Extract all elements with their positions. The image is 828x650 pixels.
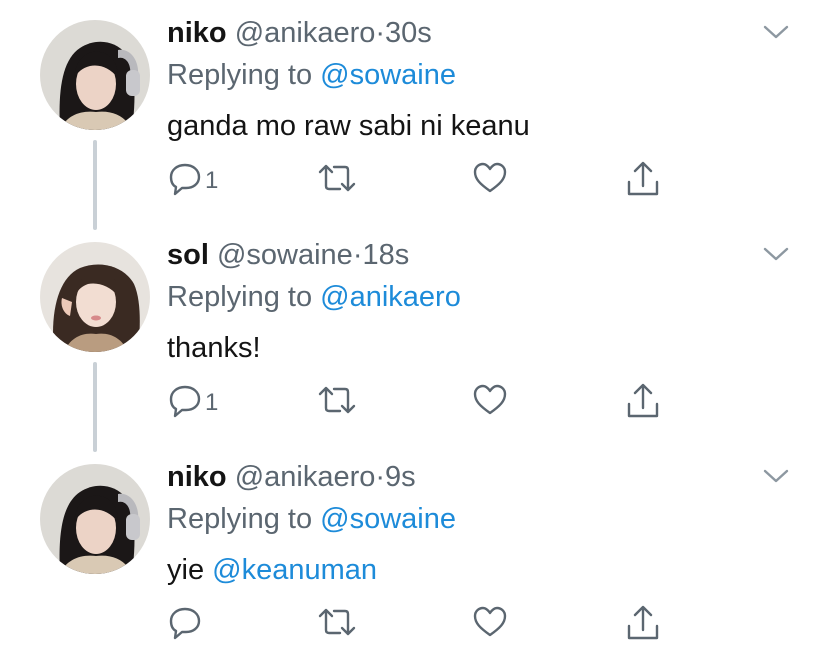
timestamp[interactable]: 30s	[385, 17, 432, 49]
tweet-text: ganda mo raw sabi ni keanu	[167, 108, 530, 144]
replying-to-line: Replying to @anikaero	[167, 279, 461, 315]
like-button[interactable]	[472, 160, 508, 200]
user-handle[interactable]: @anikaero	[235, 17, 376, 49]
heart-icon	[473, 162, 507, 193]
tweet-3[interactable]: niko @anikaero·9s Replying to @sowaine y…	[0, 444, 828, 650]
like-button[interactable]	[472, 382, 508, 422]
replying-to-label: Replying to	[167, 281, 313, 313]
replying-to-link[interactable]: @sowaine	[320, 503, 456, 535]
share-icon	[627, 383, 659, 418]
reply-count: 1	[205, 167, 219, 194]
reply-button[interactable]	[167, 604, 203, 644]
tweet-header: niko @anikaero·9s	[167, 459, 416, 495]
tweet-text-content: ganda mo raw sabi ni keanu	[167, 110, 530, 142]
chevron-down-icon[interactable]	[762, 466, 790, 486]
action-bar: 1	[167, 160, 687, 200]
reply-icon	[169, 385, 201, 418]
avatar[interactable]	[40, 242, 150, 352]
tweet-header: niko @anikaero·30s	[167, 15, 432, 51]
reply-button[interactable]: 1	[167, 160, 218, 200]
tweet-text-content: yie	[167, 554, 213, 586]
reply-icon	[169, 607, 201, 640]
retweet-icon	[318, 608, 356, 636]
share-icon	[627, 605, 659, 640]
retweet-button[interactable]	[317, 382, 357, 422]
thread-connector	[93, 362, 97, 452]
tweet-header: sol @sowaine·18s	[167, 237, 409, 273]
replying-to-line: Replying to @sowaine	[167, 57, 456, 93]
replying-to-link[interactable]: @anikaero	[320, 281, 461, 313]
action-bar	[167, 604, 687, 644]
display-name[interactable]: sol	[167, 239, 209, 271]
separator-dot: ·	[375, 17, 386, 49]
retweet-icon	[318, 164, 356, 192]
user-handle[interactable]: @anikaero	[235, 461, 376, 493]
avatar[interactable]	[40, 464, 150, 574]
timestamp[interactable]: 9s	[385, 461, 416, 493]
tweet-text-content: thanks!	[167, 332, 261, 364]
replying-to-link[interactable]: @sowaine	[320, 59, 456, 91]
retweet-icon	[318, 386, 356, 414]
tweet-text: thanks!	[167, 330, 261, 366]
avatar[interactable]	[40, 20, 150, 130]
tweet-2[interactable]: sol @sowaine·18s Replying to @anikaero t…	[0, 222, 828, 452]
replying-to-label: Replying to	[167, 503, 313, 535]
user-handle[interactable]: @sowaine	[217, 239, 353, 271]
replying-to-line: Replying to @sowaine	[167, 501, 456, 537]
action-bar: 1	[167, 382, 687, 422]
share-button[interactable]	[625, 604, 661, 644]
conversation-thread: niko @anikaero·30s Replying to @sowaine …	[0, 0, 828, 650]
display-name[interactable]: niko	[167, 17, 227, 49]
retweet-button[interactable]	[317, 160, 357, 200]
retweet-button[interactable]	[317, 604, 357, 644]
chevron-down-icon[interactable]	[762, 22, 790, 42]
tweet-text: yie @keanuman	[167, 552, 377, 588]
share-icon	[627, 161, 659, 196]
heart-icon	[473, 606, 507, 637]
thread-connector	[93, 140, 97, 230]
chevron-down-icon[interactable]	[762, 244, 790, 264]
mention-link[interactable]: @keanuman	[212, 554, 377, 586]
replying-to-label: Replying to	[167, 59, 313, 91]
separator-dot: ·	[375, 461, 386, 493]
reply-count: 1	[205, 389, 219, 416]
display-name[interactable]: niko	[167, 461, 227, 493]
share-button[interactable]	[625, 160, 661, 200]
tweet-1[interactable]: niko @anikaero·30s Replying to @sowaine …	[0, 0, 828, 230]
share-button[interactable]	[625, 382, 661, 422]
reply-button[interactable]: 1	[167, 382, 218, 422]
heart-icon	[473, 384, 507, 415]
reply-icon	[169, 163, 201, 196]
timestamp[interactable]: 18s	[362, 239, 409, 271]
like-button[interactable]	[472, 604, 508, 644]
